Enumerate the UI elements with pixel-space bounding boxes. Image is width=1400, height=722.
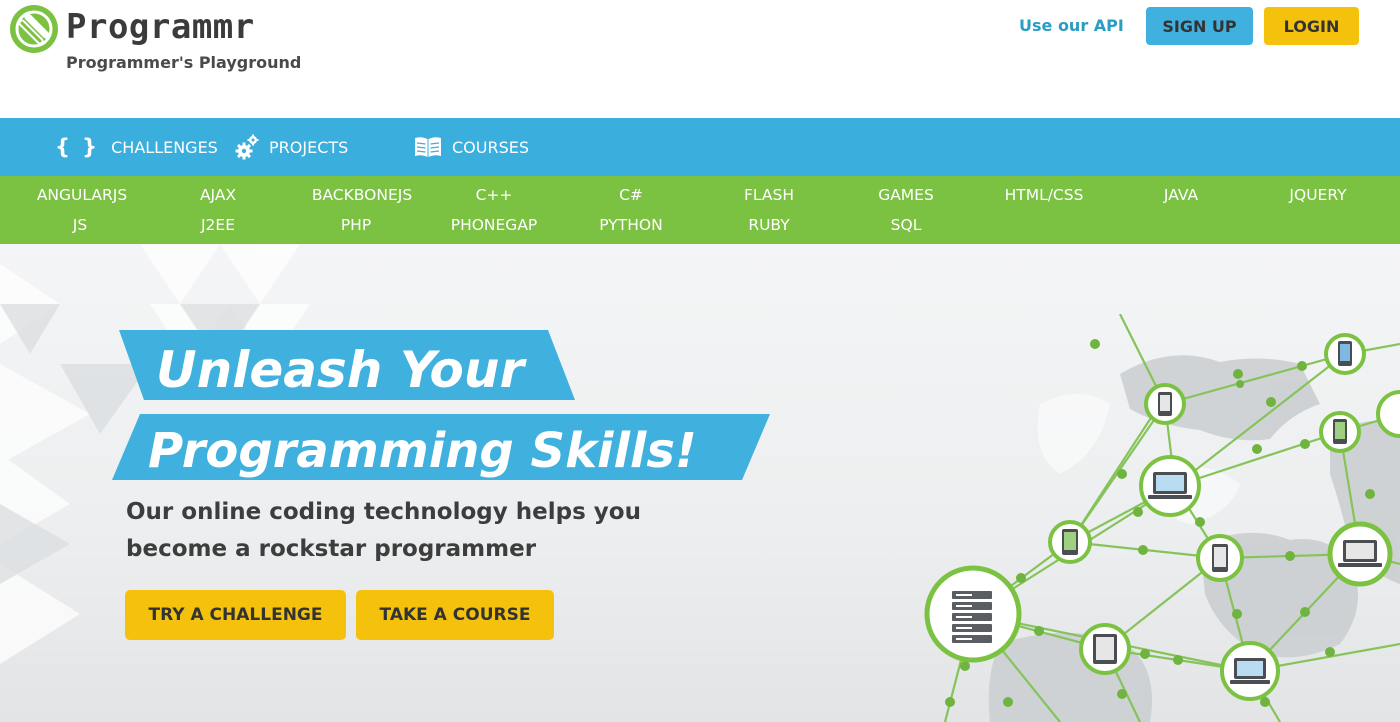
hero-section: Unleash Your Programming Skills! Our onl… — [0, 244, 1400, 722]
tech-link-cpp[interactable]: C++ — [476, 186, 513, 204]
technology-bar: ANGULARJS AJAX BACKBONEJS C++ C# FLASH G… — [0, 176, 1400, 244]
hero-headline-line1: Unleash Your — [156, 341, 527, 399]
brand-tagline: Programmer's Playground — [66, 53, 302, 72]
nav-courses-label: COURSES — [452, 137, 530, 157]
hero-headline-banner: Unleash Your Programming Skills! — [112, 330, 770, 480]
site-logo[interactable]: Programmr Programmer's Playground — [8, 3, 308, 75]
device-network-illustration — [924, 314, 1400, 722]
brand-name: Programmr — [66, 7, 255, 47]
tech-link-j2ee[interactable]: J2EE — [201, 216, 235, 234]
tech-link-jquery[interactable]: JQUERY — [1289, 186, 1346, 204]
tech-link-js[interactable]: JS — [73, 216, 87, 234]
site-header: Programmr Programmer's Playground Use ou… — [0, 0, 1400, 118]
nav-challenges-label: CHALLENGES — [111, 137, 218, 157]
tech-link-python[interactable]: PYTHON — [599, 216, 662, 234]
hero-headline-line2: Programming Skills! — [148, 423, 697, 479]
tech-link-ajax[interactable]: AJAX — [200, 186, 236, 204]
tech-link-angularjs[interactable]: ANGULARJS — [37, 186, 127, 204]
tech-link-games[interactable]: GAMES — [878, 186, 934, 204]
programmr-logo-icon — [10, 5, 58, 53]
nav-courses[interactable]: COURSES — [414, 118, 529, 176]
tech-link-phonegap[interactable]: PHONEGAP — [451, 216, 538, 234]
api-link[interactable]: Use our API — [1019, 16, 1124, 35]
hero-subtext-line2: become a rockstar programmer — [126, 536, 537, 562]
book-icon — [415, 137, 441, 157]
sign-up-button[interactable]: SIGN UP — [1146, 7, 1253, 45]
nav-projects-label: PROJECTS — [269, 137, 349, 157]
tech-link-sql[interactable]: SQL — [891, 216, 922, 234]
tech-link-flash[interactable]: FLASH — [744, 186, 794, 204]
try-challenge-button[interactable]: TRY A CHALLENGE — [125, 590, 346, 640]
tech-link-java[interactable]: JAVA — [1164, 186, 1198, 204]
hero-subtext: Our online coding technology helps you b… — [126, 494, 646, 568]
gears-icon — [235, 134, 259, 160]
login-button[interactable]: LOGIN — [1264, 7, 1359, 45]
tech-link-ruby[interactable]: RUBY — [748, 216, 789, 234]
braces-icon: { } — [55, 135, 102, 159]
tech-link-backbonejs[interactable]: BACKBONEJS — [312, 186, 412, 204]
nav-challenges[interactable]: { } CHALLENGES — [55, 118, 218, 176]
tech-link-php[interactable]: PHP — [341, 216, 371, 234]
hero-subtext-line1: Our online coding technology helps you — [126, 499, 641, 525]
tech-link-csharp[interactable]: C# — [619, 186, 643, 204]
main-nav: { } CHALLENGES PROJECTS COURSES — [0, 118, 1400, 176]
take-course-button[interactable]: TAKE A COURSE — [356, 590, 554, 640]
nav-projects[interactable]: PROJECTS — [235, 118, 348, 176]
tech-link-html-css[interactable]: HTML/CSS — [1005, 186, 1084, 204]
